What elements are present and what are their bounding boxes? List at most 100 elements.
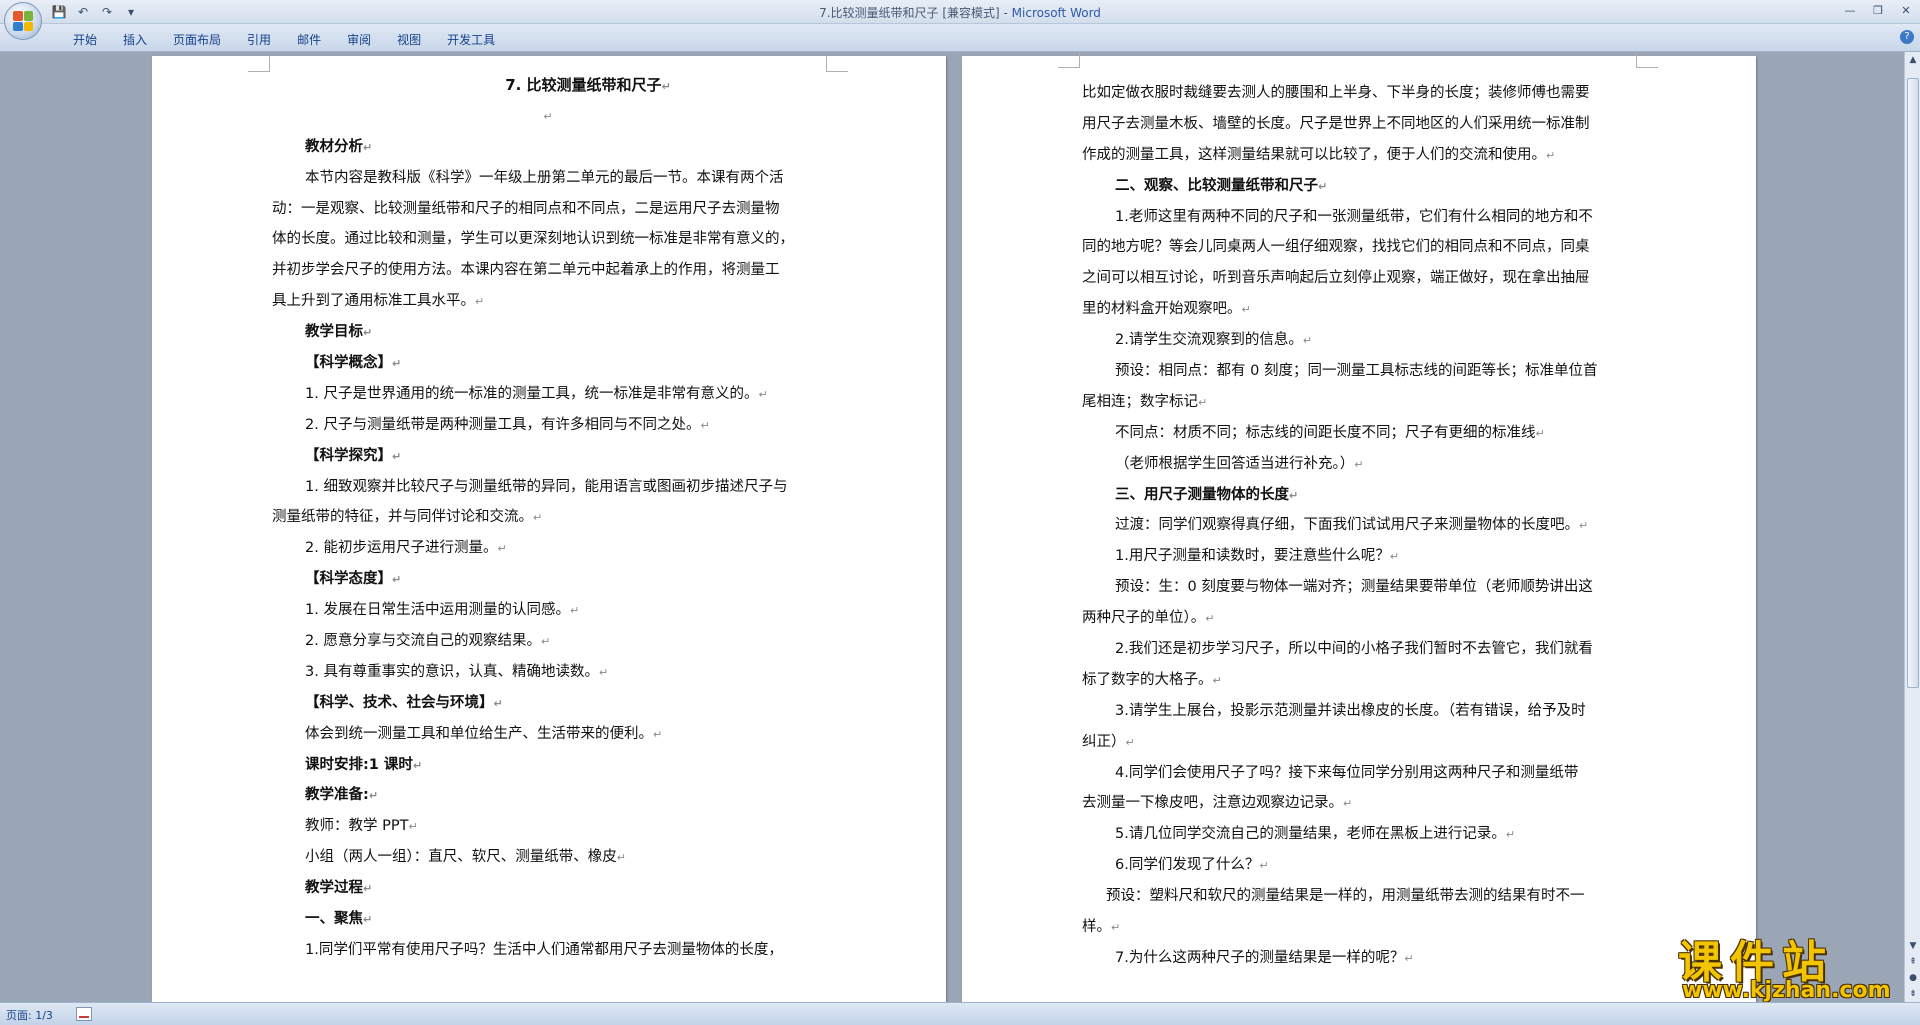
page-1[interactable]: 7. 比较测量纸带和尺子↵ ↵ 教材分析↵ 本节内容是教科版《科学》一年级上册第二单… (152, 56, 946, 1002)
window-controls: — ❐ ✕ (1836, 0, 1920, 20)
text-line[interactable]: 教学目标↵ (272, 317, 824, 348)
text-line[interactable]: 课时安排:1 课时↵ (272, 750, 824, 781)
line-text: 作成的测量工具，这样测量结果就可以比较了，便于人们的交流和使用。 (1082, 146, 1546, 163)
help-icon[interactable]: ? (1900, 30, 1914, 44)
close-button[interactable]: ✕ (1892, 0, 1920, 20)
text-line[interactable]: 本节内容是教科版《科学》一年级上册第二单元的最后一节。本课有两个活 (272, 163, 824, 194)
text-line[interactable]: 1. 发展在日常生活中运用测量的认同感。↵ (272, 595, 824, 626)
text-line[interactable]: 同的地方呢？等会儿同桌两人一组仔细观察，找找它们的相同点和不同点，同桌 (1082, 232, 1634, 263)
line-text: 2.我们还是初步学习尺子，所以中间的小格子我们暂时不去管它，我们就看 (1115, 641, 1593, 658)
text-line[interactable]: 【科学态度】↵ (272, 564, 824, 595)
text-line[interactable]: 尾相连；数字标记↵ (1082, 387, 1634, 418)
text-line[interactable]: 二、观察、比较测量纸带和尺子↵ (1082, 171, 1634, 202)
select-browse-object-icon[interactable]: ● (1905, 970, 1920, 986)
text-line[interactable]: 教师：教学 PPT↵ (272, 811, 824, 842)
document-heading: 7. 比较测量纸带和尺子↵ (272, 70, 824, 101)
previous-page-icon[interactable]: ⇞ (1905, 954, 1920, 970)
text-line[interactable]: 作成的测量工具，这样测量结果就可以比较了，便于人们的交流和使用。↵ (1082, 140, 1634, 171)
document-area[interactable]: 7. 比较测量纸带和尺子↵ ↵ 教材分析↵ 本节内容是教科版《科学》一年级上册第二单… (0, 52, 1904, 1002)
text-line[interactable]: 具上升到了通用标准工具水平。↵ (272, 286, 824, 317)
page-2-content[interactable]: 比如定做衣服时裁缝要去测人的腰围和上半身、下半身的长度；装修师傅也需要 用尺子去测… (1082, 78, 1634, 974)
tab-6[interactable]: 视图 (384, 29, 434, 50)
text-line[interactable]: 教材分析↵ (272, 132, 824, 163)
text-line[interactable]: 1.用尺子测量和读数时，要注意些什么呢？↵ (1082, 541, 1634, 572)
restore-button[interactable]: ❐ (1864, 0, 1892, 20)
text-line[interactable]: 去测量一下橡皮吧，注意边观察边记录。↵ (1082, 788, 1634, 819)
page-indicator[interactable]: 页面: 1/3 (6, 1007, 53, 1023)
text-line[interactable]: 测量纸带的特征，并与同伴讨论和交流。↵ (272, 502, 824, 533)
text-line[interactable]: 2. 能初步运用尺子进行测量。↵ (272, 533, 824, 564)
text-line[interactable]: 预设：生：0 刻度要与物体一端对齐；测量结果要带单位（老师顺势讲出这 (1082, 572, 1634, 603)
text-line[interactable]: 比如定做衣服时裁缝要去测人的腰围和上半身、下半身的长度；装修师傅也需要 (1082, 78, 1634, 109)
text-line[interactable]: 7.为什么这两种尺子的测量结果是一样的呢？↵ (1082, 943, 1634, 974)
text-line[interactable]: 2.请学生交流观察到的信息。↵ (1082, 325, 1634, 356)
text-line[interactable]: 里的材料盒开始观察吧。↵ (1082, 294, 1634, 325)
tab-0[interactable]: 开始 (60, 29, 110, 50)
text-line[interactable]: （老师根据学生回答适当进行补充。）↵ (1082, 449, 1634, 480)
tab-4[interactable]: 邮件 (284, 29, 334, 50)
text-line[interactable]: 标了数字的大格子。↵ (1082, 665, 1634, 696)
text-line[interactable]: 小组（两人一组）：直尺、软尺、测量纸带、橡皮↵ (272, 842, 824, 873)
text-line[interactable]: 动：一是观察、比较测量纸带和尺子的相同点和不同点，二是运用尺子去测量物 (272, 194, 824, 225)
text-line[interactable]: 【科学探究】↵ (272, 441, 824, 472)
text-line[interactable]: 样。↵ (1082, 912, 1634, 943)
paragraph-mark: ↵ (1198, 395, 1208, 409)
scroll-down-icon[interactable]: ▼ (1905, 938, 1920, 954)
text-line[interactable]: 并初步学会尺子的使用方法。本课内容在第二单元中起着承上的作用，将测量工 (272, 255, 824, 286)
text-line[interactable]: 体的长度。通过比较和测量，学生可以更深刻地认识到统一标准是非常有意义的， (272, 224, 824, 255)
tab-2[interactable]: 页面布局 (160, 29, 234, 50)
text-line[interactable]: 1.同学们平常有使用尺子吗？生活中人们通常都用尺子去测量物体的长度， (272, 935, 824, 966)
page-2[interactable]: 比如定做衣服时裁缝要去测人的腰围和上半身、下半身的长度；装修师傅也需要 用尺子去测… (962, 52, 1756, 1002)
status-bar: 页面: 1/3 (0, 1002, 1920, 1025)
margin-corner-mark (248, 56, 270, 72)
text-line[interactable]: 2. 愿意分享与交流自己的观察结果。↵ (272, 626, 824, 657)
paragraph-mark: ↵ (392, 357, 402, 371)
minimize-button[interactable]: — (1836, 0, 1864, 20)
text-line[interactable]: 6.同学们发现了什么？↵ (1082, 850, 1634, 881)
paragraph-mark: ↵ (1354, 457, 1364, 471)
paragraph-mark: ↵ (1205, 612, 1215, 626)
tab-1[interactable]: 插入 (110, 29, 160, 50)
text-line[interactable]: 用尺子去测量木板、墙壁的长度。尺子是世界上不同地区的人们采用统一标准制 (1082, 109, 1634, 140)
text-line[interactable]: 教学准备:↵ (272, 780, 824, 811)
text-line[interactable]: 教学过程↵ (272, 873, 824, 904)
text-line[interactable]: 【科学、技术、社会与环境】↵ (272, 688, 824, 719)
line-text: 里的材料盒开始观察吧。 (1082, 301, 1242, 318)
text-line[interactable]: 两种尺子的单位）。↵ (1082, 603, 1634, 634)
text-line[interactable]: 过渡：同学们观察得真仔细，下面我们试试用尺子来测量物体的长度吧。↵ (1082, 510, 1634, 541)
office-button[interactable] (4, 2, 42, 40)
text-line[interactable]: 之间可以相互讨论，听到音乐声响起后立刻停止观察，端正做好，现在拿出抽屉 (1082, 263, 1634, 294)
text-line[interactable]: 5.请几位同学交流自己的测量结果，老师在黑板上进行记录。↵ (1082, 819, 1634, 850)
line-text: 教学准备: (305, 787, 369, 804)
line-text: 1. 尺子是世界通用的统一标准的测量工具，统一标准是非常有意义的。 (305, 385, 759, 402)
text-line[interactable]: 2. 尺子与测量纸带是两种测量工具，有许多相同与不同之处。↵ (272, 410, 824, 441)
tab-3[interactable]: 引用 (234, 29, 284, 50)
text-line[interactable]: 【科学概念】↵ (272, 348, 824, 379)
proofing-status-icon[interactable] (76, 1007, 92, 1021)
text-line[interactable]: 预设：相同点：都有 0 刻度；同一测量工具标志线的间距等长；标准单位首 (1082, 356, 1634, 387)
text-line[interactable]: ↵ (272, 101, 824, 132)
text-line[interactable]: 1.老师这里有两种不同的尺子和一张测量纸带，它们有什么相同的地方和不 (1082, 202, 1634, 233)
text-line[interactable]: 1. 细致观察并比较尺子与测量纸带的异同，能用语言或图画初步描述尺子与 (272, 472, 824, 503)
text-line[interactable]: 4.同学们会使用尺子了吗？接下来每位同学分别用这两种尺子和测量纸带 (1082, 758, 1634, 789)
tab-7[interactable]: 开发工具 (434, 29, 508, 50)
paragraph-mark: ↵ (653, 727, 663, 741)
vertical-scrollbar[interactable]: ▲ ▼ ⇞ ● ⇟ (1904, 52, 1920, 1002)
text-line[interactable]: 三、用尺子测量物体的长度↵ (1082, 480, 1634, 511)
page-1-content[interactable]: 7. 比较测量纸带和尺子↵ ↵ 教材分析↵ 本节内容是教科版《科学》一年级上册第二单… (272, 70, 824, 966)
text-line[interactable]: 不同点：材质不同；标志线的间距长度不同；尺子有更细的标准线↵ (1082, 418, 1634, 449)
next-page-icon[interactable]: ⇟ (1905, 986, 1920, 1002)
scroll-up-icon[interactable]: ▲ (1905, 52, 1920, 68)
text-line[interactable]: 一、聚焦↵ (272, 904, 824, 935)
text-line[interactable]: 体会到统一测量工具和单位给生产、生活带来的便利。↵ (272, 719, 824, 750)
text-line[interactable]: 预设：塑料尺和软尺的测量结果是一样的，用测量纸带去测的结果有时不一 (1082, 881, 1634, 912)
scrollbar-thumb[interactable] (1907, 78, 1919, 688)
text-line[interactable]: 纠正）↵ (1082, 727, 1634, 758)
tab-5[interactable]: 审阅 (334, 29, 384, 50)
text-line[interactable]: 2.我们还是初步学习尺子，所以中间的小格子我们暂时不去管它，我们就看 (1082, 634, 1634, 665)
line-text: 体会到统一测量工具和单位给生产、生活带来的便利。 (305, 725, 653, 742)
text-line[interactable]: 3.请学生上展台，投影示范测量并读出橡皮的长度。（若有错误，给予及时 (1082, 696, 1634, 727)
text-line[interactable]: 3. 具有尊重事实的意识，认真、精确地读数。↵ (272, 657, 824, 688)
line-text: 3. 具有尊重事实的意识，认真、精确地读数。 (305, 663, 599, 680)
text-line[interactable]: 1. 尺子是世界通用的统一标准的测量工具，统一标准是非常有意义的。↵ (272, 379, 824, 410)
